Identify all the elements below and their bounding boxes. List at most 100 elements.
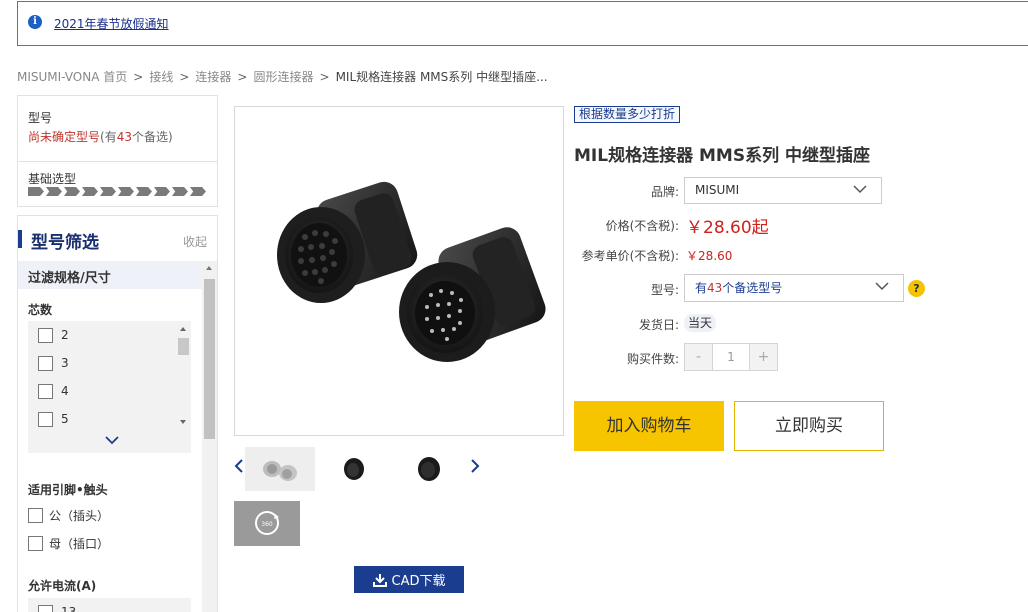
connector-image xyxy=(277,181,546,362)
checkbox[interactable] xyxy=(38,411,53,427)
info-icon: i xyxy=(28,15,42,29)
option-label: 5 xyxy=(61,412,69,426)
breadcrumb-wiring[interactable]: 接线 xyxy=(149,70,173,84)
chevron-down-icon xyxy=(853,185,867,194)
connector-left xyxy=(277,181,418,303)
option-label: 3 xyxy=(61,356,69,370)
help-icon[interactable]: ? xyxy=(908,280,925,297)
model-count: 43 xyxy=(707,281,723,295)
scroll-up-icon[interactable] xyxy=(180,327,186,331)
thumbnail-3[interactable] xyxy=(394,447,464,491)
contact-option-female[interactable]: 母（插口） xyxy=(28,535,109,551)
model-prefix: 有 xyxy=(695,281,708,295)
step-arrow xyxy=(100,187,116,196)
checkbox[interactable] xyxy=(38,355,53,371)
core-count-label: 芯数 xyxy=(28,303,53,317)
option-label: 13 xyxy=(61,605,77,612)
chevron-down-icon xyxy=(875,282,889,291)
cad-download-button[interactable]: CAD下载 xyxy=(354,566,464,593)
spec-heading-label: 过滤规格/尺寸 xyxy=(28,271,111,286)
basic-selection-label: 基础选型 xyxy=(28,172,77,186)
chevron-right-icon: > xyxy=(179,70,190,84)
rotate-360-button[interactable]: 360 xyxy=(234,501,300,546)
current-label: 允许电流(A) xyxy=(28,579,97,593)
breadcrumb-home[interactable]: MISUMI-VONA 首页 xyxy=(17,70,127,84)
quantity-input[interactable]: 1 xyxy=(712,344,750,370)
model-label: 型号: xyxy=(650,283,679,297)
ref-price-value: ￥28.60 xyxy=(686,249,733,263)
part-number-status-paren: (有 xyxy=(100,130,117,144)
volume-discount-tag: 根据数量多少打折 xyxy=(574,106,681,123)
filter-panel: 型号筛选 收起 过滤规格/尺寸 芯数 2 3 4 5 适用引脚•触头 公（插头）… xyxy=(17,215,218,612)
core-option-5[interactable]: 5 xyxy=(38,411,69,427)
thumbnail-image xyxy=(263,461,297,481)
part-number-status: 尚未确定型号(有43个备选) xyxy=(28,128,173,145)
core-option-3[interactable]: 3 xyxy=(38,355,69,371)
chevron-right-icon: > xyxy=(237,70,248,84)
current-option-13[interactable]: 13 xyxy=(38,604,76,612)
part-number-status-text: 尚未确定型号 xyxy=(28,130,101,144)
ship-date-value: 当天 xyxy=(684,314,717,332)
chevron-right-icon: > xyxy=(319,70,330,84)
core-count-scrollbar[interactable] xyxy=(176,321,191,433)
price-value: ￥28.60起 xyxy=(686,218,769,238)
option-label: 4 xyxy=(61,384,69,398)
checkbox[interactable] xyxy=(38,383,53,399)
connector-right xyxy=(399,227,546,362)
breadcrumb-connectors[interactable]: 连接器 xyxy=(195,70,231,84)
brand-label: 品牌: xyxy=(650,185,679,199)
scroll-thumb[interactable] xyxy=(178,338,189,355)
checkbox[interactable] xyxy=(38,604,53,612)
thumbnail-1[interactable] xyxy=(245,447,315,491)
core-option-4[interactable]: 4 xyxy=(38,383,69,399)
quantity-increase-button[interactable]: + xyxy=(750,344,777,370)
checkbox[interactable] xyxy=(28,507,43,523)
spec-heading: 过滤规格/尺寸 xyxy=(18,261,202,289)
chevron-down-icon[interactable] xyxy=(105,433,119,447)
current-box: 13 xyxy=(28,598,191,612)
option-label: 2 xyxy=(61,328,69,342)
breadcrumb: MISUMI-VONA 首页 > 接线 > 连接器 > 圆形连接器 > MIL规格连接器 MMS… xyxy=(17,68,548,85)
filter-scrollbar[interactable] xyxy=(202,261,217,612)
price-label: 价格(不含税): xyxy=(605,219,679,233)
quantity-decrease-button[interactable]: - xyxy=(685,344,712,370)
core-option-2[interactable]: 2 xyxy=(38,327,69,343)
part-number-label: 型号 xyxy=(28,111,53,125)
option-label: 公（插头） xyxy=(49,508,110,523)
quantity-stepper: - 1 + xyxy=(684,343,778,371)
collapse-button[interactable]: 收起 xyxy=(183,233,207,250)
brand-select[interactable]: MISUMI xyxy=(684,177,882,204)
step-arrow xyxy=(46,187,62,196)
model-suffix: 个备选型号 xyxy=(722,281,783,295)
product-title: MIL规格连接器 MMS系列 中继型插座 xyxy=(574,146,870,166)
chevron-left-icon[interactable] xyxy=(234,459,244,473)
core-count-box: 2 3 4 5 xyxy=(28,321,191,453)
notice-link[interactable]: 2021年春节放假通知 xyxy=(54,15,169,32)
scroll-up-icon[interactable] xyxy=(206,266,212,270)
contact-option-male[interactable]: 公（插头） xyxy=(28,507,109,523)
checkbox[interactable] xyxy=(28,535,43,551)
chevron-right-icon: > xyxy=(133,70,144,84)
chevron-right-icon[interactable] xyxy=(470,459,480,473)
model-select[interactable]: 有43个备选型号 xyxy=(684,274,904,302)
scroll-down-icon[interactable] xyxy=(180,420,186,424)
step-arrow xyxy=(190,187,206,196)
checkbox[interactable] xyxy=(38,327,53,343)
buy-now-button[interactable]: 立即购买 xyxy=(734,401,884,451)
product-main-image[interactable] xyxy=(234,106,564,436)
cad-download-label: CAD下载 xyxy=(391,574,446,589)
step-arrow xyxy=(136,187,152,196)
option-label: 母（插口） xyxy=(49,536,110,551)
step-arrow xyxy=(64,187,80,196)
download-icon xyxy=(372,573,387,587)
notice-bar: i 2021年春节放假通知 xyxy=(17,1,1028,46)
add-to-cart-button[interactable]: 加入购物车 xyxy=(574,401,724,451)
thumbnail-image xyxy=(344,458,364,480)
filter-header: 型号筛选 收起 xyxy=(18,228,217,253)
ship-date-label: 发货日: xyxy=(638,318,679,332)
breadcrumb-circular-connectors[interactable]: 圆形连接器 xyxy=(253,70,313,84)
step-arrow xyxy=(28,187,44,196)
scroll-thumb[interactable] xyxy=(204,279,215,439)
thumbnail-image xyxy=(418,457,440,481)
thumbnail-2[interactable] xyxy=(319,447,389,491)
